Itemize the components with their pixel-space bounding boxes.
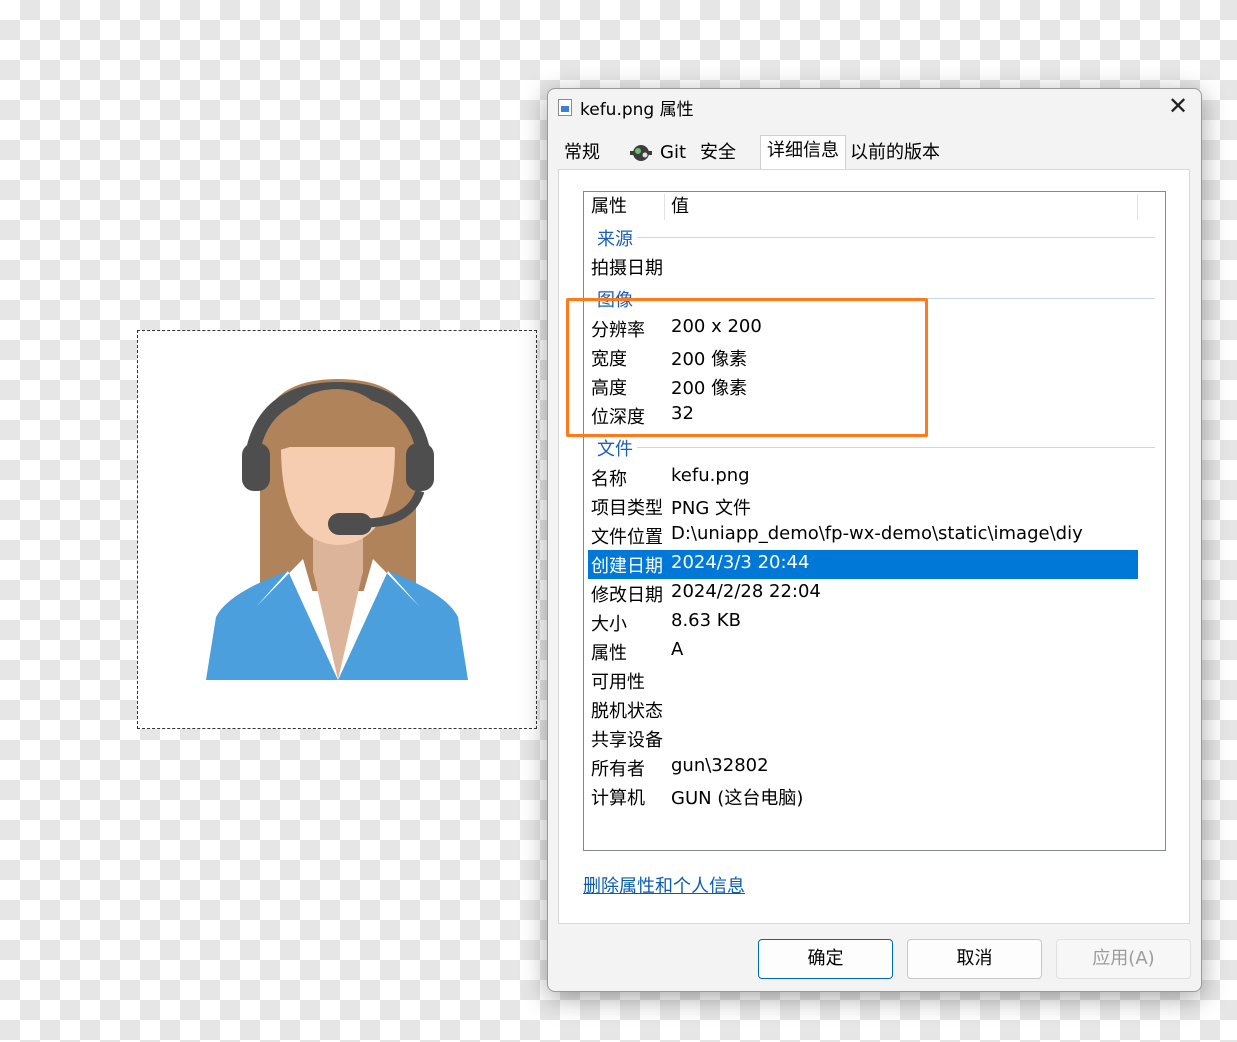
list-item[interactable]: 项目类型 PNG 文件 (588, 492, 1138, 521)
property-value: A (671, 639, 684, 660)
column-header-value[interactable]: 值 (671, 192, 689, 222)
property-name: 文件位置 (591, 527, 663, 548)
list-item[interactable]: 文件位置 D:\uniapp_demo\fp-wx-demo\static\im… (588, 521, 1138, 550)
group-file: 文件 (597, 435, 637, 461)
details-listview[interactable]: 属性 值 来源 拍摄日期 图像 分辨率 200 x 200 宽度 200 像素 (583, 191, 1166, 851)
property-value: 2024/2/28 22:04 (671, 581, 821, 602)
listview-header: 属性 值 (584, 192, 1165, 222)
cancel-button[interactable]: 取消 (907, 939, 1042, 979)
property-name: 修改日期 (591, 585, 663, 606)
group-divider (636, 237, 1155, 238)
list-item[interactable]: 所有者 gun\32802 (588, 753, 1138, 782)
property-name: 名称 (591, 469, 627, 490)
list-item[interactable]: 可用性 (588, 666, 1138, 695)
property-name: 大小 (591, 614, 627, 635)
list-item[interactable]: 大小 8.63 KB (588, 608, 1138, 637)
tab-previous-versions[interactable]: 以前的版本 (844, 137, 946, 169)
list-item[interactable]: 属性 A (588, 637, 1138, 666)
tab-strip: 常规 Git 安全 详细信息 以前的版本 (558, 135, 1188, 171)
property-name: 所有者 (591, 759, 645, 780)
title-bar: kefu.png 属性 ✕ (548, 89, 1201, 125)
details-panel: 属性 值 来源 拍摄日期 图像 分辨率 200 x 200 宽度 200 像素 (558, 169, 1190, 924)
property-value: gun\32802 (671, 755, 769, 776)
tab-git[interactable]: Git (622, 137, 692, 169)
list-item[interactable]: 脱机状态 (588, 695, 1138, 724)
property-name: 项目类型 (591, 498, 663, 519)
property-value: kefu.png (671, 465, 750, 486)
apply-button[interactable]: 应用(A) (1056, 939, 1191, 979)
property-value: 2024/3/3 20:44 (671, 552, 810, 573)
remove-properties-link[interactable]: 删除属性和个人信息 (583, 872, 745, 898)
tab-general[interactable]: 常规 (558, 137, 606, 169)
property-value: D:\uniapp_demo\fp-wx-demo\static\image\d… (671, 523, 1083, 544)
column-divider[interactable] (664, 194, 665, 220)
list-item[interactable]: 计算机 GUN (这台电脑) (588, 782, 1138, 811)
dialog-title: kefu.png 属性 (580, 100, 694, 120)
property-value: 8.63 KB (671, 610, 741, 631)
properties-dialog: kefu.png 属性 ✕ 常规 Git 安全 详细信息 以前的版本 属性 值 (547, 88, 1202, 992)
ok-button[interactable]: 确定 (758, 939, 893, 979)
tab-security[interactable]: 安全 (694, 137, 742, 169)
list-item[interactable]: 名称 kefu.png (588, 463, 1138, 492)
git-icon (630, 145, 652, 161)
image-preview-frame (137, 330, 537, 729)
property-value: PNG 文件 (671, 498, 751, 519)
list-item[interactable]: 拍摄日期 (588, 252, 1138, 281)
property-name: 创建日期 (591, 556, 663, 577)
file-icon (558, 99, 572, 116)
property-name: 脱机状态 (591, 701, 663, 722)
list-item[interactable]: 共享设备 (588, 724, 1138, 753)
group-divider (636, 447, 1155, 448)
property-name: 计算机 (591, 788, 645, 809)
close-icon[interactable]: ✕ (1155, 89, 1201, 125)
customer-service-avatar (206, 379, 468, 680)
property-name: 可用性 (591, 672, 645, 693)
highlight-annotation-box (566, 298, 928, 437)
property-value: GUN (这台电脑) (671, 788, 804, 809)
property-name: 拍摄日期 (591, 258, 663, 279)
list-item-selected[interactable]: 创建日期 2024/3/3 20:44 (588, 550, 1138, 579)
list-item[interactable]: 修改日期 2024/2/28 22:04 (588, 579, 1138, 608)
tab-git-label: Git (660, 142, 687, 163)
property-name: 属性 (591, 643, 627, 664)
property-name: 共享设备 (591, 730, 663, 751)
column-divider[interactable] (1137, 194, 1138, 220)
group-origin: 来源 (597, 225, 637, 251)
column-header-property[interactable]: 属性 (591, 192, 627, 222)
tab-details[interactable]: 详细信息 (760, 135, 846, 171)
